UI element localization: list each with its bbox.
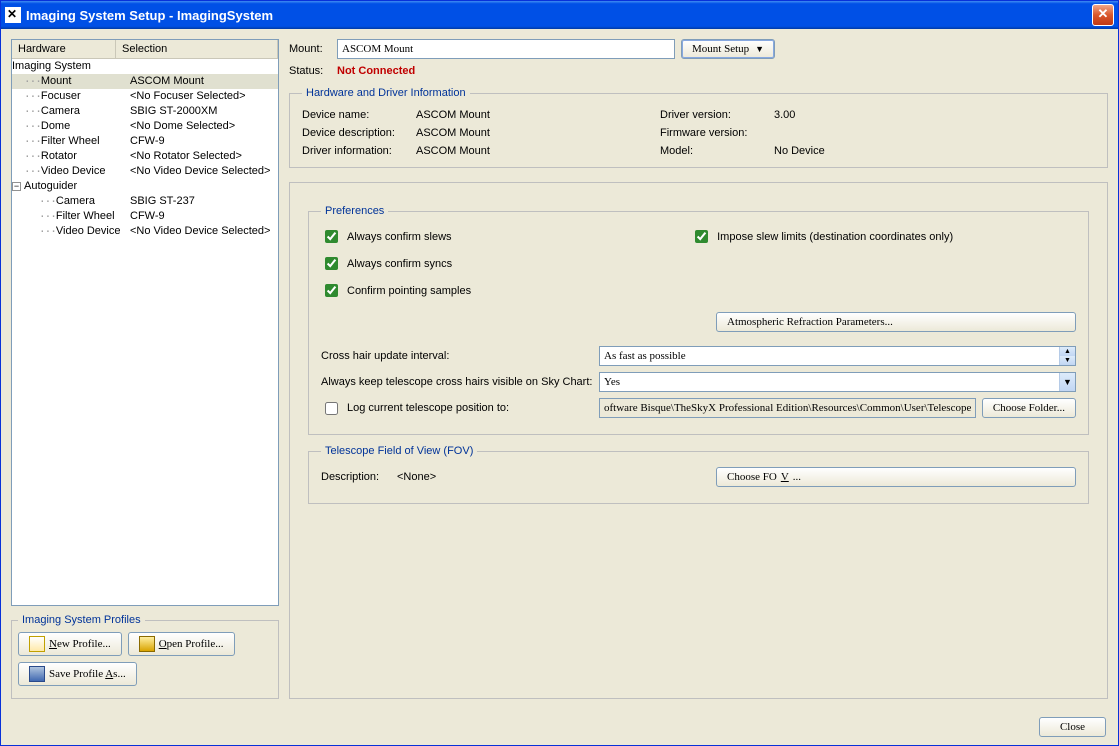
tree-header: Hardware Selection (12, 40, 278, 59)
device-name-label: Device name: (302, 109, 412, 121)
save-icon (29, 666, 45, 682)
firmware-version-label: Firmware version: (660, 127, 770, 139)
tree-sub-camera[interactable]: ··· Camera SBIG ST-237 (12, 194, 278, 209)
driver-version-label: Driver version: (660, 109, 770, 121)
keep-visible-label: Always keep telescope cross hairs visibl… (321, 376, 593, 388)
model-label: Model: (660, 145, 770, 157)
driver-info-label: Driver information: (302, 145, 412, 157)
titlebar: Imaging System Setup - ImagingSystem ✕ (1, 1, 1118, 29)
preferences-legend: Preferences (321, 205, 388, 217)
device-name-value: ASCOM Mount (416, 109, 656, 121)
tree-item-focuser[interactable]: ··· Focuser <No Focuser Selected> (12, 89, 278, 104)
choose-folder-button[interactable]: Choose Folder... (982, 398, 1076, 418)
log-position-path (599, 398, 976, 418)
hardware-info-group: Hardware and Driver Information Device n… (289, 87, 1108, 168)
spin-up-icon[interactable]: ▲ (1060, 347, 1075, 356)
new-profile-button[interactable]: New Profile... (18, 632, 122, 656)
tree-sub-videodevice[interactable]: ··· Video Device <No Video Device Select… (12, 224, 278, 239)
window-close-button[interactable]: ✕ (1092, 4, 1114, 26)
hardware-info-legend: Hardware and Driver Information (302, 87, 470, 99)
fov-description-label: Description: (321, 471, 391, 483)
mount-label: Mount: (289, 43, 331, 55)
tree-header-hardware: Hardware (12, 40, 116, 59)
device-desc-value: ASCOM Mount (416, 127, 656, 139)
firmware-version-value (774, 127, 1095, 139)
save-profile-button[interactable]: Save Profile As... (18, 662, 137, 686)
fov-legend: Telescope Field of View (FOV) (321, 445, 477, 457)
tree-item-camera[interactable]: ··· Camera SBIG ST-2000XM (12, 104, 278, 119)
impose-limits-checkbox[interactable]: Impose slew limits (destination coordina… (691, 227, 953, 246)
confirm-syncs-checkbox[interactable]: Always confirm syncs (321, 254, 471, 273)
spin-down-icon[interactable]: ▼ (1060, 356, 1075, 365)
mount-setup-button[interactable]: Mount Setup▼ (681, 39, 775, 59)
crosshair-interval-combo[interactable]: ▲▼ (599, 346, 1076, 366)
device-desc-label: Device description: (302, 127, 412, 139)
log-position-checkbox[interactable]: Log current telescope position to: (321, 399, 593, 418)
tree-item-filterwheel[interactable]: ··· Filter Wheel CFW-9 (12, 134, 278, 149)
tree-header-selection: Selection (116, 40, 278, 59)
mount-input[interactable] (337, 39, 675, 59)
status-label: Status: (289, 65, 331, 77)
model-value: No Device (774, 145, 1095, 157)
atmospheric-refraction-button[interactable]: Atmospheric Refraction Parameters... (716, 312, 1076, 332)
confirm-pointing-checkbox[interactable]: Confirm pointing samples (321, 281, 471, 300)
tree-item-rotator[interactable]: ··· Rotator <No Rotator Selected> (12, 149, 278, 164)
hardware-tree[interactable]: Hardware Selection Imaging System ··· Mo… (11, 39, 279, 606)
tree-root[interactable]: Imaging System (12, 59, 278, 74)
close-button[interactable]: Close (1039, 717, 1106, 737)
collapse-icon[interactable]: − (12, 182, 21, 191)
app-icon (5, 7, 21, 23)
tree-item-mount[interactable]: ··· Mount ASCOM Mount (12, 74, 278, 89)
new-icon (29, 636, 45, 652)
window-title: Imaging System Setup - ImagingSystem (26, 8, 273, 23)
driver-version-value: 3.00 (774, 109, 1095, 121)
fov-group: Telescope Field of View (FOV) Descriptio… (308, 445, 1089, 504)
crosshair-interval-label: Cross hair update interval: (321, 350, 593, 362)
driver-info-value: ASCOM Mount (416, 145, 656, 157)
profiles-legend: Imaging System Profiles (18, 614, 145, 626)
status-value: Not Connected (337, 65, 415, 77)
open-profile-button[interactable]: Open Profile... (128, 632, 235, 656)
tree-item-videodevice[interactable]: ··· Video Device <No Video Device Select… (12, 164, 278, 179)
chevron-down-icon[interactable]: ▼ (1059, 373, 1075, 391)
open-icon (139, 636, 155, 652)
confirm-slews-checkbox[interactable]: Always confirm slews (321, 227, 471, 246)
tree-sub-filterwheel[interactable]: ··· Filter Wheel CFW-9 (12, 209, 278, 224)
chevron-down-icon: ▼ (755, 44, 764, 54)
preferences-group: Preferences Always confirm slews Always … (308, 205, 1089, 435)
keep-visible-combo[interactable]: ▼ (599, 372, 1076, 392)
tree-item-dome[interactable]: ··· Dome <No Dome Selected> (12, 119, 278, 134)
profiles-group: Imaging System Profiles New Profile... O… (11, 614, 279, 699)
choose-fov-button[interactable]: Choose FOV... (716, 467, 1076, 487)
tree-sub-autoguider[interactable]: −Autoguider (12, 179, 278, 194)
fov-description-value: <None> (397, 471, 710, 483)
